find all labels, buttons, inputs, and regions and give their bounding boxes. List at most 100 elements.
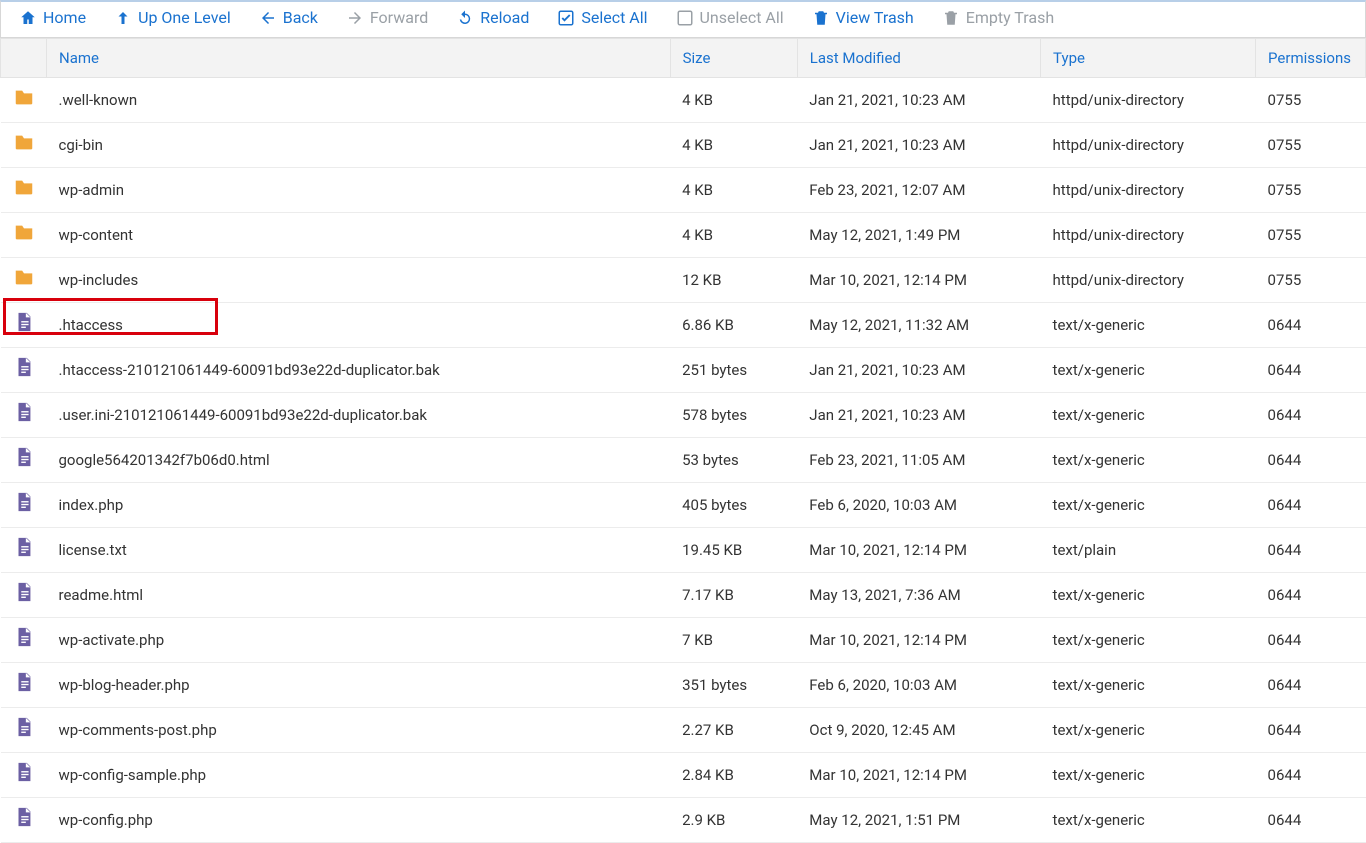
table-row[interactable]: wp-activate.php7 KBMar 10, 2021, 12:14 P…	[1, 618, 1366, 663]
file-size: 2.27 KB	[670, 708, 797, 753]
file-modified: Feb 6, 2020, 10:03 AM	[797, 483, 1040, 528]
file-name[interactable]: .htaccess	[47, 303, 671, 348]
table-row[interactable]: wp-config.php2.9 KBMay 12, 2021, 1:51 PM…	[1, 798, 1366, 843]
file-modified: Mar 10, 2021, 12:14 PM	[797, 528, 1040, 573]
file-size: 6.86 KB	[670, 303, 797, 348]
up-one-level-button[interactable]: Up One Level	[114, 8, 231, 27]
file-size: 7.17 KB	[670, 573, 797, 618]
file-type: text/plain	[1041, 528, 1256, 573]
file-name[interactable]: .well-known	[47, 78, 671, 123]
file-permissions: 0644	[1256, 528, 1366, 573]
home-icon	[19, 9, 37, 27]
back-label: Back	[283, 8, 318, 27]
table-row[interactable]: license.txt19.45 KBMar 10, 2021, 12:14 P…	[1, 528, 1366, 573]
reload-label: Reload	[480, 8, 529, 27]
file-name[interactable]: wp-activate.php	[47, 618, 671, 663]
file-name[interactable]: index.php	[47, 483, 671, 528]
file-name[interactable]: google564201342f7b06d0.html	[47, 438, 671, 483]
folder-icon	[13, 133, 35, 151]
file-type: text/x-generic	[1041, 438, 1256, 483]
trash-icon	[942, 9, 960, 27]
file-type: httpd/unix-directory	[1041, 168, 1256, 213]
reload-button[interactable]: Reload	[456, 8, 529, 27]
column-header-modified[interactable]: Last Modified	[797, 39, 1040, 78]
file-modified: Feb 23, 2021, 11:05 AM	[797, 438, 1040, 483]
table-row[interactable]: google564201342f7b06d0.html53 bytesFeb 2…	[1, 438, 1366, 483]
file-name[interactable]: .htaccess-210121061449-60091bd93e22d-dup…	[47, 348, 671, 393]
column-header-name[interactable]: Name	[47, 39, 671, 78]
file-type: text/x-generic	[1041, 663, 1256, 708]
view-trash-label: View Trash	[836, 8, 914, 27]
table-row[interactable]: readme.html7.17 KBMay 13, 2021, 7:36 AMt…	[1, 573, 1366, 618]
file-modified: May 12, 2021, 1:51 PM	[797, 798, 1040, 843]
file-name[interactable]: wp-includes	[47, 258, 671, 303]
table-row[interactable]: .user.ini-210121061449-60091bd93e22d-dup…	[1, 393, 1366, 438]
file-icon	[13, 448, 35, 466]
file-name[interactable]: wp-comments-post.php	[47, 708, 671, 753]
file-permissions: 0644	[1256, 573, 1366, 618]
file-type: text/x-generic	[1041, 753, 1256, 798]
table-row[interactable]: .htaccess-210121061449-60091bd93e22d-dup…	[1, 348, 1366, 393]
file-type: text/x-generic	[1041, 708, 1256, 753]
view-trash-button[interactable]: View Trash	[812, 8, 914, 27]
file-modified: Mar 10, 2021, 12:14 PM	[797, 618, 1040, 663]
file-name[interactable]: readme.html	[47, 573, 671, 618]
file-icon	[13, 673, 35, 691]
home-button[interactable]: Home	[19, 8, 86, 27]
table-row[interactable]: .htaccess6.86 KBMay 12, 2021, 11:32 AMte…	[1, 303, 1366, 348]
empty-trash-label: Empty Trash	[966, 8, 1054, 27]
column-header-size[interactable]: Size	[670, 39, 797, 78]
folder-icon	[13, 88, 35, 106]
file-modified: Mar 10, 2021, 12:14 PM	[797, 258, 1040, 303]
file-modified: May 12, 2021, 1:49 PM	[797, 213, 1040, 258]
file-type: httpd/unix-directory	[1041, 213, 1256, 258]
file-name[interactable]: license.txt	[47, 528, 671, 573]
file-name[interactable]: wp-config-sample.php	[47, 753, 671, 798]
file-type: text/x-generic	[1041, 303, 1256, 348]
file-type: text/x-generic	[1041, 798, 1256, 843]
back-button[interactable]: Back	[259, 8, 318, 27]
file-name[interactable]: cgi-bin	[47, 123, 671, 168]
trash-icon	[812, 9, 830, 27]
file-type: httpd/unix-directory	[1041, 123, 1256, 168]
file-name[interactable]: .user.ini-210121061449-60091bd93e22d-dup…	[47, 393, 671, 438]
file-name[interactable]: wp-blog-header.php	[47, 663, 671, 708]
column-header-icon	[1, 39, 47, 78]
file-modified: Jan 21, 2021, 10:23 AM	[797, 78, 1040, 123]
table-row[interactable]: wp-comments-post.php2.27 KBOct 9, 2020, …	[1, 708, 1366, 753]
table-row[interactable]: wp-includes12 KBMar 10, 2021, 12:14 PMht…	[1, 258, 1366, 303]
file-modified: May 13, 2021, 7:36 AM	[797, 573, 1040, 618]
table-row[interactable]: wp-admin4 KBFeb 23, 2021, 12:07 AMhttpd/…	[1, 168, 1366, 213]
table-row[interactable]: cgi-bin4 KBJan 21, 2021, 10:23 AMhttpd/u…	[1, 123, 1366, 168]
file-modified: Jan 21, 2021, 10:23 AM	[797, 123, 1040, 168]
file-size: 2.84 KB	[670, 753, 797, 798]
select-all-button[interactable]: Select All	[557, 8, 647, 27]
folder-icon	[13, 223, 35, 241]
file-size: 53 bytes	[670, 438, 797, 483]
folder-icon	[13, 178, 35, 196]
file-size: 12 KB	[670, 258, 797, 303]
unselect-all-button: Unselect All	[676, 8, 784, 27]
file-name[interactable]: wp-admin	[47, 168, 671, 213]
table-row[interactable]: .well-known4 KBJan 21, 2021, 10:23 AMhtt…	[1, 78, 1366, 123]
column-header-type[interactable]: Type	[1041, 39, 1256, 78]
empty-trash-button: Empty Trash	[942, 8, 1054, 27]
file-permissions: 0644	[1256, 753, 1366, 798]
forward-label: Forward	[370, 8, 428, 27]
table-row[interactable]: wp-content4 KBMay 12, 2021, 1:49 PMhttpd…	[1, 213, 1366, 258]
unselect-all-label: Unselect All	[700, 8, 784, 27]
table-header-row: Name Size Last Modified Type Permissions	[1, 39, 1366, 78]
table-row[interactable]: wp-config-sample.php2.84 KBMar 10, 2021,…	[1, 753, 1366, 798]
file-icon	[13, 493, 35, 511]
file-type: text/x-generic	[1041, 618, 1256, 663]
file-permissions: 0644	[1256, 798, 1366, 843]
table-row[interactable]: wp-blog-header.php351 bytesFeb 6, 2020, …	[1, 663, 1366, 708]
column-header-permissions[interactable]: Permissions	[1256, 39, 1366, 78]
file-name[interactable]: wp-content	[47, 213, 671, 258]
file-modified: Jan 21, 2021, 10:23 AM	[797, 393, 1040, 438]
file-permissions: 0644	[1256, 663, 1366, 708]
table-row[interactable]: index.php405 bytesFeb 6, 2020, 10:03 AMt…	[1, 483, 1366, 528]
folder-icon	[13, 268, 35, 286]
file-permissions: 0755	[1256, 123, 1366, 168]
file-name[interactable]: wp-config.php	[47, 798, 671, 843]
